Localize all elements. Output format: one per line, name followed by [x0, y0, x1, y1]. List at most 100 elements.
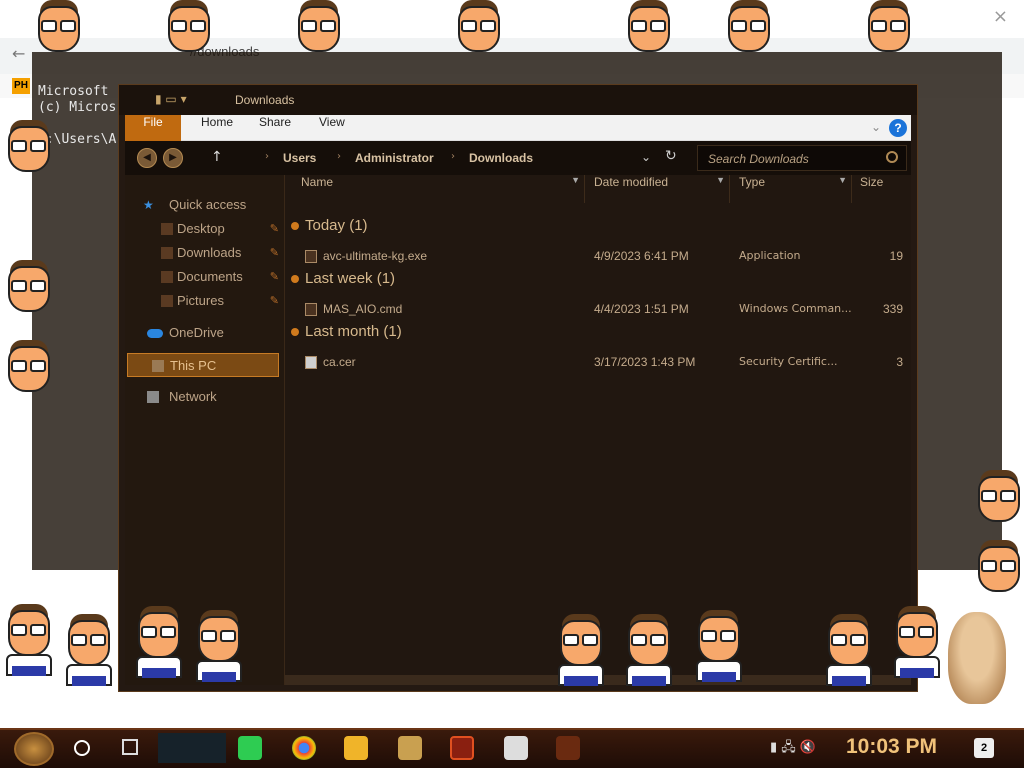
sidebar-item-onedrive[interactable]: OneDrive — [125, 321, 285, 345]
address-bar: ◀ ▶ ↑ › Users › Administrator › Download… — [125, 141, 911, 175]
sidebar-item-network[interactable]: Network — [125, 385, 285, 409]
chat-app-icon[interactable] — [238, 736, 262, 760]
chevron-down-icon[interactable]: ⌄ — [641, 150, 651, 164]
close-icon[interactable]: × — [993, 6, 1008, 27]
file-date: 4/4/2023 1:51 PM — [594, 302, 689, 316]
file-name: MAS_AIO.cmd — [323, 302, 403, 316]
column-label: Date modified — [594, 175, 669, 189]
file-explorer-window: ▮ ▭ ▾ Downloads File Home Share View ⌄ ?… — [118, 84, 918, 692]
search-icon[interactable] — [74, 740, 90, 756]
xd-app-icon[interactable] — [504, 736, 528, 760]
system-tray[interactable]: ▮ 🖧 🔇 — [770, 738, 816, 760]
search-box[interactable]: Search Downloads — [697, 145, 907, 171]
chevron-down-icon[interactable]: ▼ — [838, 175, 847, 185]
mascot-icon — [0, 260, 58, 332]
cheat-app-icon[interactable] — [556, 736, 580, 760]
group-header-last-week[interactable]: Last week (1) — [291, 270, 395, 287]
task-view-icon[interactable] — [122, 739, 138, 755]
file-row[interactable]: ca.cer 3/17/2023 1:43 PM Security Certif… — [285, 351, 911, 373]
group-header-today[interactable]: Today (1) — [291, 217, 368, 234]
title-bar: ▮ ▭ ▾ Downloads — [119, 85, 917, 115]
mascot-icon — [0, 120, 58, 192]
column-label: Size — [860, 175, 884, 189]
pin-icon[interactable]: ✎ — [270, 241, 279, 265]
mascot-icon — [60, 614, 118, 686]
mascot-icon — [160, 0, 218, 72]
up-arrow-icon[interactable]: ↑ — [211, 149, 223, 165]
file-type: Security Certific... — [739, 355, 838, 368]
folder-icon[interactable] — [344, 736, 368, 760]
chrome-icon[interactable] — [292, 736, 316, 760]
breadcrumb-downloads[interactable]: Downloads — [469, 151, 533, 165]
media-app-icon[interactable] — [450, 736, 474, 760]
chevron-down-icon[interactable]: ▼ — [571, 175, 580, 185]
cloud-icon — [147, 329, 163, 338]
taskbar-search-box[interactable] — [158, 733, 226, 763]
column-header-type[interactable]: Type ▼ — [730, 175, 852, 203]
mascot-icon — [450, 0, 508, 72]
network-icon — [147, 391, 159, 403]
mascot-icon — [720, 0, 778, 72]
back-arrow-icon[interactable]: ◀ — [137, 148, 157, 168]
arrow-left-icon[interactable]: ← — [12, 44, 25, 63]
sidebar-item-desktop[interactable]: Desktop ✎ — [125, 217, 285, 241]
ph-logo-icon[interactable]: PH — [12, 78, 30, 94]
sidebar-item-label: Desktop — [177, 221, 225, 236]
game-app-icon[interactable] — [398, 736, 422, 760]
pin-icon[interactable]: ✎ — [270, 289, 279, 313]
mascot-icon — [820, 614, 878, 686]
mascot-icon — [620, 0, 678, 72]
refresh-icon[interactable]: ↻ — [665, 148, 677, 164]
file-row[interactable]: MAS_AIO.cmd 4/4/2023 1:51 PM Windows Com… — [285, 298, 911, 320]
certificate-file-icon — [305, 356, 317, 369]
sidebar-item-label: Quick access — [169, 197, 247, 212]
group-header-last-month[interactable]: Last month (1) — [291, 323, 402, 340]
search-icon[interactable] — [886, 151, 898, 163]
breadcrumb-administrator[interactable]: Administrator — [355, 151, 434, 165]
mascot-icon — [552, 614, 610, 686]
column-header-size[interactable]: Size — [852, 175, 911, 203]
mascot-icon — [860, 0, 918, 72]
file-type: Application — [739, 249, 801, 262]
hamster-icon — [948, 612, 1006, 704]
file-size: 339 — [882, 302, 903, 316]
notification-icon[interactable]: 2 — [974, 738, 994, 758]
group-bullet-icon — [291, 222, 299, 231]
tab-share[interactable]: Share — [249, 115, 301, 141]
tab-home[interactable]: Home — [191, 115, 243, 141]
chevron-down-icon[interactable]: ⌄ — [871, 120, 881, 134]
file-date: 4/9/2023 6:41 PM — [594, 249, 689, 263]
sidebar-item-label: Network — [169, 389, 217, 404]
forward-arrow-icon[interactable]: ▶ — [163, 148, 183, 168]
pin-icon[interactable]: ✎ — [270, 217, 279, 241]
help-icon[interactable]: ? — [889, 119, 907, 137]
file-row[interactable]: avc-ultimate-kg.exe 4/9/2023 6:41 PM App… — [285, 245, 911, 267]
pin-icon[interactable]: ✎ — [270, 265, 279, 289]
mascot-icon — [0, 604, 58, 676]
sidebar-item-downloads[interactable]: Downloads ✎ — [125, 241, 285, 265]
sidebar-item-pictures[interactable]: Pictures ✎ — [125, 289, 285, 313]
chevron-icon: › — [265, 151, 269, 162]
start-button[interactable] — [14, 732, 54, 766]
search-input[interactable]: Search Downloads — [708, 152, 809, 166]
sidebar-item-quick-access[interactable]: ★ Quick access — [125, 193, 285, 217]
column-header-name[interactable]: Name ▼ — [285, 175, 585, 203]
tab-view[interactable]: View — [309, 115, 355, 141]
clock[interactable]: 10:03 PM — [846, 735, 937, 759]
group-bullet-icon — [291, 328, 299, 337]
tab-file[interactable]: File — [125, 115, 181, 141]
sidebar-item-this-pc[interactable]: This PC — [127, 353, 279, 377]
column-label: Name — [301, 175, 334, 189]
breadcrumb-users[interactable]: Users — [283, 151, 316, 165]
column-header-date[interactable]: Date modified ▼ — [585, 175, 730, 203]
mascot-icon — [190, 610, 248, 682]
mascot-icon — [0, 340, 58, 412]
chevron-down-icon[interactable]: ▼ — [716, 175, 725, 185]
sidebar-item-label: Downloads — [177, 245, 242, 260]
chevron-icon: › — [451, 151, 455, 162]
mascot-icon — [130, 606, 188, 678]
group-bullet-icon — [291, 275, 299, 284]
sidebar-item-documents[interactable]: Documents ✎ — [125, 265, 285, 289]
group-label: Last week (1) — [305, 270, 396, 287]
sidebar-item-label: OneDrive — [169, 325, 224, 340]
